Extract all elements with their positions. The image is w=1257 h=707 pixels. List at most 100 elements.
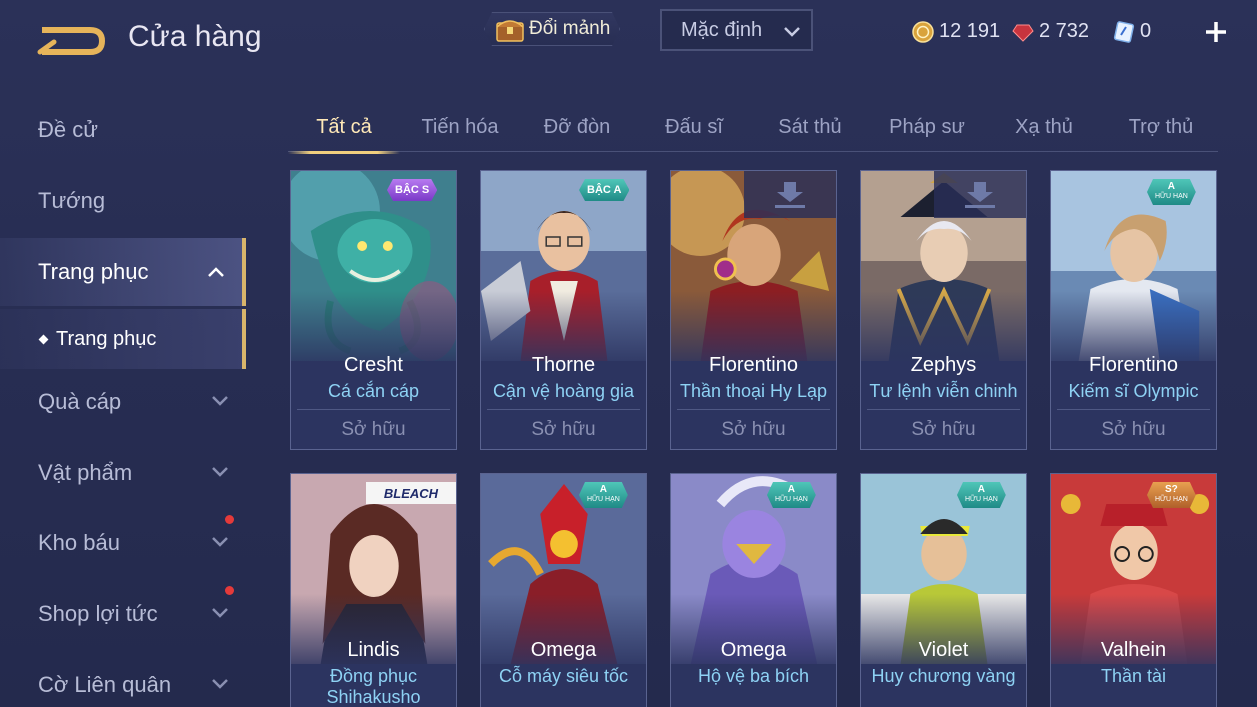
- sidebar-subitem-skins[interactable]: Trang phục: [0, 309, 246, 369]
- skin-card[interactable]: A HỮU HẠN Florentino Kiếm sĩ Olympic Sở …: [1050, 170, 1217, 450]
- ruby-balance: 2 732: [1012, 20, 1089, 43]
- sidebar-item-gifts[interactable]: Quà cáp: [0, 370, 246, 434]
- skin-card[interactable]: BLEACH Lindis Đồng phục Shihakusho: [290, 473, 457, 707]
- tier-badge: BẬC A: [579, 179, 629, 201]
- notification-dot: [225, 515, 234, 524]
- notification-dot: [225, 586, 234, 595]
- sidebar-item-items[interactable]: Vật phẩm: [0, 441, 246, 505]
- limited-badge: A HỮU HẠN: [579, 482, 628, 508]
- sort-dropdown[interactable]: Mặc định: [660, 9, 813, 51]
- owned-status: Sở hữu: [531, 419, 596, 440]
- skin-card[interactable]: A HỮU HẠN Omega Cỗ máy siêu tốc: [480, 473, 647, 707]
- tab-all[interactable]: Tất cả: [288, 108, 400, 154]
- skin-card[interactable]: A HỮU HẠN Violet Huy chương vàng: [860, 473, 1027, 707]
- sidebar-item-skins[interactable]: Trang phục: [0, 238, 246, 306]
- sidebar-item-label: Cờ Liên quân: [38, 672, 172, 697]
- sidebar-item-chess[interactable]: Cờ Liên quân: [0, 653, 246, 707]
- skin-name: Cá cắn cáp: [327, 381, 420, 401]
- voucher-icon: [1113, 20, 1135, 43]
- hero-name: Florentino: [1089, 354, 1178, 376]
- skin-name: Hộ vệ ba bích: [697, 666, 810, 686]
- owned-status: Sở hữu: [911, 419, 976, 440]
- exchange-label: Đổi mảnh: [529, 18, 611, 39]
- add-currency-button[interactable]: [1202, 18, 1230, 46]
- limited-badge: A HỮU HẠN: [767, 482, 816, 508]
- sort-value: Mặc định: [681, 18, 763, 41]
- skin-card[interactable]: Zephys Tư lệnh viễn chinh Sở hữu: [860, 170, 1027, 450]
- download-button[interactable]: [744, 171, 836, 218]
- skin-name: Cận vệ hoàng gia: [492, 381, 635, 401]
- sidebar-item-label: Shop lợi tức: [38, 601, 158, 626]
- sidebar-item-treasure[interactable]: Kho báu: [0, 511, 246, 575]
- owned-status: Sở hữu: [721, 419, 786, 440]
- hero-name: Lindis: [347, 639, 400, 661]
- sidebar-item-label: Trang phục: [56, 327, 157, 350]
- skin-name: Kiếm sĩ Olympic: [1068, 381, 1199, 401]
- skin-name: Cỗ máy siêu tốc: [498, 666, 629, 686]
- limited-badge: A HỮU HẠN: [957, 482, 1006, 508]
- tier-label: A: [1167, 181, 1176, 192]
- owned-status: Sở hữu: [1101, 419, 1166, 440]
- chevron-down-icon: [212, 396, 228, 406]
- hero-name: Florentino: [709, 354, 798, 376]
- skin-card[interactable]: BẬC S Cresht Cá cắn cáp Sở hữu: [290, 170, 457, 450]
- download-icon: [775, 181, 805, 208]
- limited-label: HỮU HẠN: [965, 496, 998, 503]
- limited-badge: A HỮU HẠN: [1147, 179, 1196, 205]
- tab-evolution[interactable]: Tiến hóa: [405, 108, 515, 152]
- sidebar-item-label: Trang phục: [38, 259, 149, 284]
- sidebar-item-heroes[interactable]: Tướng: [0, 169, 246, 233]
- skin-name: Tư lệnh viễn chinh: [869, 381, 1018, 401]
- back-arrow-icon: [37, 27, 105, 55]
- chevron-down-icon: [212, 608, 228, 618]
- hero-name: Omega: [530, 639, 597, 661]
- back-button[interactable]: [36, 22, 106, 60]
- tab-marksman[interactable]: Xạ thủ: [989, 108, 1099, 152]
- chevron-up-icon: [208, 267, 224, 277]
- tab-tank[interactable]: Đỡ đòn: [522, 108, 632, 152]
- skin-card[interactable]: S? HỮU HẠN Valhein Thần tài: [1050, 473, 1217, 707]
- hero-name: Valhein: [1100, 639, 1167, 661]
- skin-card[interactable]: BẬC A Thorne Cận vệ hoàng gia Sở hữu: [480, 170, 647, 450]
- chevron-down-icon: [212, 467, 228, 477]
- sidebar-item-label: Đề cử: [38, 117, 98, 142]
- tab-support[interactable]: Trợ thủ: [1106, 108, 1216, 152]
- gold-balance: 12 191: [912, 20, 1000, 43]
- hero-name: Zephys: [910, 354, 977, 376]
- tier-label: S?: [1165, 484, 1178, 495]
- chevron-down-icon: [212, 679, 228, 689]
- divider: [297, 409, 450, 410]
- bleach-logo: BLEACH: [366, 482, 456, 504]
- limited-label: HỮU HẠN: [587, 496, 620, 503]
- page-title: Cửa hàng: [128, 20, 262, 53]
- exchange-fragments-button[interactable]: Đổi mảnh: [484, 12, 620, 46]
- voucher-balance: 0: [1113, 20, 1151, 43]
- owned-status: Sở hữu: [341, 419, 406, 440]
- tier-label: A: [977, 484, 986, 495]
- tab-mage[interactable]: Pháp sư: [872, 108, 982, 152]
- divider: [867, 409, 1020, 410]
- sidebar-item-featured[interactable]: Đề cử: [0, 98, 246, 162]
- tier-label: A: [599, 484, 608, 495]
- tab-fighter[interactable]: Đấu sĩ: [639, 108, 749, 152]
- gold-amount: 12 191: [939, 20, 1001, 42]
- divider: [487, 409, 640, 410]
- ruby-gem-icon: [1012, 24, 1034, 42]
- hero-name: Thorne: [531, 354, 596, 376]
- tier-label: A: [787, 484, 796, 495]
- sidebar-item-label: Vật phẩm: [38, 460, 133, 485]
- ruby-amount: 2 732: [1039, 20, 1090, 42]
- skin-name-line2: Shihakusho: [326, 687, 421, 707]
- skin-card[interactable]: Florentino Thần thoại Hy Lạp Sở hữu: [670, 170, 837, 450]
- sidebar-item-label: Kho báu: [38, 530, 120, 555]
- tab-assassin[interactable]: Sát thủ: [755, 108, 865, 152]
- hero-name: Cresht: [344, 354, 403, 376]
- sidebar-item-profit-shop[interactable]: Shop lợi tức: [0, 582, 246, 646]
- sidebar-item-label: Tướng: [38, 188, 106, 213]
- download-button[interactable]: [934, 171, 1026, 218]
- limited-label: HỮU HẠN: [1155, 193, 1188, 200]
- skin-card[interactable]: A HỮU HẠN Omega Hộ vệ ba bích: [670, 473, 837, 707]
- bullet-icon: [38, 334, 49, 344]
- tier-badge: BẬC S: [387, 179, 437, 201]
- download-icon: [965, 181, 995, 208]
